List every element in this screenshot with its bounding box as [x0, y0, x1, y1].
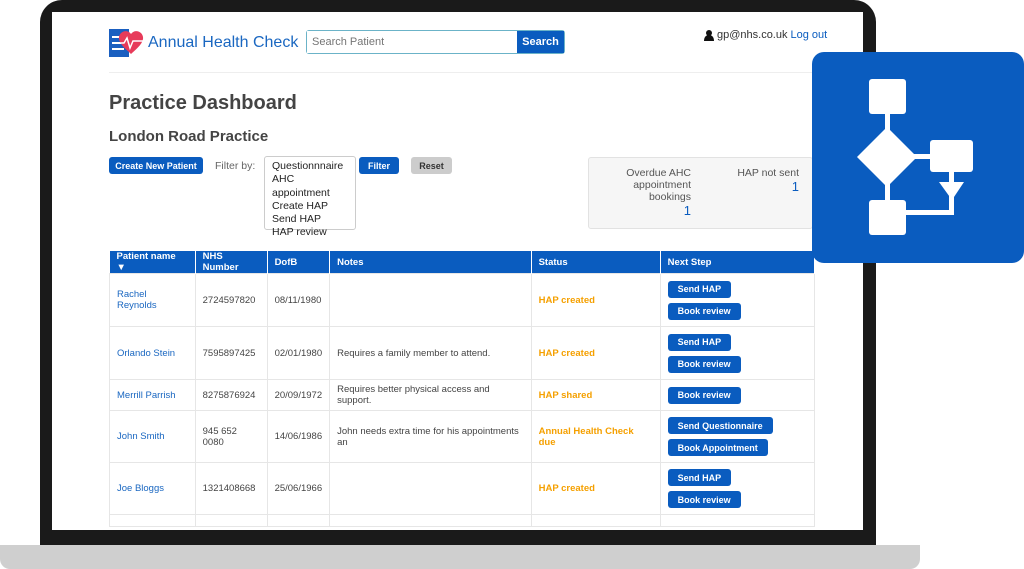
nhs-number: 2724597820 — [194, 273, 268, 327]
filter-option[interactable]: AHC appointment — [272, 173, 348, 200]
user-email: gp@nhs.co.uk — [717, 29, 788, 41]
flowchart-icon — [857, 79, 973, 235]
empty-cell — [266, 514, 331, 527]
notes: Requires better physical access and supp… — [329, 379, 532, 411]
table-row: Rachel Reynolds 2724597820 08/11/1980 HAP c… — [109, 273, 816, 327]
page-title: Practice Dashboard — [109, 92, 297, 114]
column-header: NHS Number — [195, 251, 268, 274]
column-header: Status — [531, 251, 661, 274]
book-review-button[interactable]: Book review — [667, 386, 741, 404]
stats-panel: Overdue AHC appointment bookings 1 HAP n… — [588, 157, 813, 229]
reset-button[interactable]: Reset — [411, 157, 452, 174]
status-badge: HAP created — [530, 326, 661, 380]
stat-value[interactable]: 1 — [729, 179, 799, 194]
filter-option[interactable]: HAP review — [272, 226, 348, 239]
empty-cell — [194, 514, 268, 527]
user-icon — [704, 29, 714, 41]
patient-name-link[interactable]: John Smith — [109, 410, 196, 463]
dob: 25/06/1966 — [266, 462, 331, 515]
practice-name: London Road Practice — [109, 128, 269, 145]
clipboard-heart-icon — [109, 29, 144, 57]
dob: 02/01/1980 — [266, 326, 331, 380]
patient-name-link[interactable]: Orlando Stein — [109, 326, 196, 380]
column-header: Notes — [329, 251, 532, 274]
nhs-number: 1321408668 — [194, 462, 268, 515]
stat-label: HAP not sent — [737, 167, 799, 179]
stat-hap-not-sent: HAP not sent 1 — [729, 167, 799, 194]
filter-option[interactable]: Create HAP — [272, 200, 348, 213]
stat-overdue: Overdue AHC appointment bookings 1 — [619, 167, 691, 218]
status-badge: HAP created — [530, 273, 661, 327]
table-row: John Smith 945 652 0080 14/06/1986 John nee… — [109, 410, 816, 463]
empty-cell — [659, 514, 816, 527]
stat-value[interactable]: 1 — [619, 203, 691, 218]
empty-cell — [329, 514, 532, 527]
flowchart-badge — [812, 52, 1024, 263]
patient-name-link[interactable]: Merrill Parrish — [109, 379, 196, 411]
nhs-number: 7595897425 — [194, 326, 268, 380]
send-questionnaire-button[interactable]: Send Questionnaire — [667, 417, 773, 434]
filter-option[interactable]: Questionnnaire — [272, 160, 348, 173]
next-step-cell: Send HAP Book review — [659, 326, 816, 380]
notes — [329, 273, 532, 327]
dob: 14/06/1986 — [266, 410, 331, 463]
patient-name-link[interactable]: Rachel Reynolds — [109, 273, 196, 327]
laptop-base — [0, 545, 920, 569]
dob: 08/11/1980 — [266, 273, 331, 327]
book-review-button[interactable]: Book review — [667, 302, 741, 320]
patient-name-link[interactable]: Joe Bloggs — [109, 462, 196, 515]
table-row: Orlando Stein 7595897425 02/01/1980 Require… — [109, 326, 816, 380]
next-step-cell: Send Questionnaire Book Appointment — [659, 410, 816, 463]
table-row: Joe Bloggs 1321408668 25/06/1966 HAP create… — [109, 462, 816, 515]
status-badge: HAP created — [530, 462, 661, 515]
stat-label: Overdue AHC appointment bookings — [626, 167, 691, 203]
patient-table: Patient name ▼ NHS Number DofB Notes Status N… — [109, 251, 816, 527]
notes — [329, 462, 532, 515]
empty-cell — [530, 514, 661, 527]
logout-link[interactable]: Log out — [791, 29, 828, 41]
divider — [109, 72, 819, 73]
column-header[interactable]: Patient name ▼ — [109, 251, 196, 274]
book-review-button[interactable]: Book review — [667, 491, 741, 508]
dob: 20/09/1972 — [266, 379, 331, 411]
table-row: Merrill Parrish 8275876924 20/09/1972 Requi… — [109, 379, 816, 411]
book-review-button[interactable]: Book review — [667, 355, 741, 373]
send-hap-button[interactable]: Send HAP — [667, 280, 732, 298]
next-step-cell: Send HAP Book review — [659, 462, 816, 515]
next-step-cell: Book review — [659, 379, 816, 411]
status-badge: Annual Health Check due — [530, 410, 661, 463]
search-input[interactable] — [307, 31, 517, 53]
app-title[interactable]: Annual Health Check — [148, 34, 298, 52]
next-step-cell: Send HAP Book review — [659, 273, 816, 327]
nhs-number: 8275876924 — [194, 379, 268, 411]
column-header: Next Step — [660, 251, 816, 274]
filter-select[interactable]: Questionnnaire AHC appointment Create HA… — [264, 156, 356, 238]
table-row — [109, 514, 816, 527]
send-hap-button[interactable]: Send HAP — [667, 333, 732, 351]
status-badge: HAP shared — [530, 379, 661, 411]
screen: Annual Health Check Search gp@nhs.co.uk … — [52, 12, 863, 530]
filter-button[interactable]: Filter — [359, 157, 399, 174]
notes: John needs extra time for his appointmen… — [329, 410, 532, 463]
column-header: DofB — [267, 251, 331, 274]
book-appointment-button[interactable]: Book Appointment — [667, 439, 768, 456]
search-button[interactable]: Search — [517, 31, 564, 53]
filter-label: Filter by: — [215, 160, 256, 172]
user-info: gp@nhs.co.uk Log out — [704, 29, 827, 41]
search-form: Search — [306, 30, 565, 54]
filter-option[interactable]: Send HAP — [272, 213, 348, 226]
send-hap-button[interactable]: Send HAP — [667, 469, 732, 486]
create-patient-button[interactable]: Create New Patient — [109, 157, 203, 174]
empty-cell — [109, 514, 196, 527]
notes: Requires a family member to attend. — [329, 326, 532, 380]
nhs-number: 945 652 0080 — [194, 410, 268, 463]
